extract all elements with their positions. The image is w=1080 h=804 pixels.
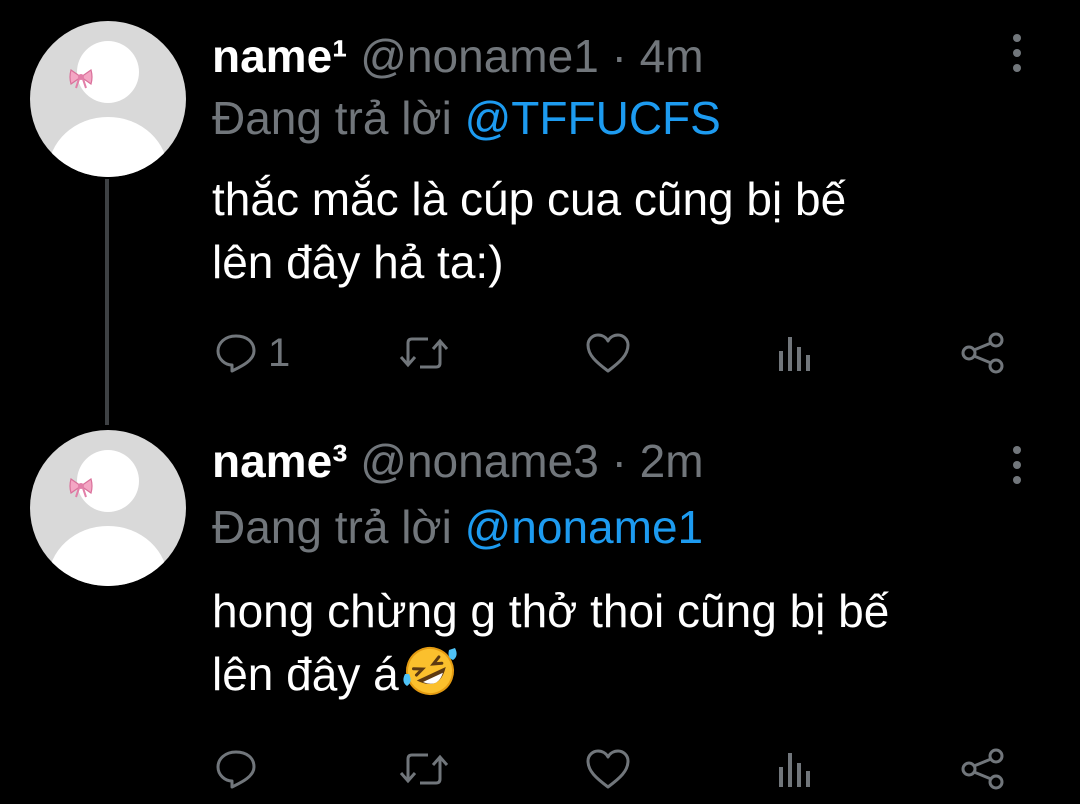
avatar[interactable] [30, 21, 186, 177]
like-icon [586, 333, 630, 373]
action-bar: 1 [0, 322, 1080, 382]
reply-icon [216, 334, 256, 373]
bow-icon [69, 478, 93, 498]
share-icon [961, 332, 1004, 374]
replying-to-label: Đang trả lời [212, 92, 452, 144]
reply-icon [216, 750, 256, 789]
reply-button[interactable]: 1 [214, 330, 290, 376]
views-icon [779, 753, 810, 787]
share-button[interactable] [960, 330, 1006, 376]
user-handle[interactable]: @noname1 [360, 30, 599, 82]
separator-dot: · [611, 30, 627, 82]
retweet-button[interactable] [398, 746, 450, 792]
mention-link[interactable]: @TFFUCFS [465, 92, 721, 144]
views-button[interactable] [776, 746, 816, 792]
action-bar [0, 738, 1080, 798]
tweet-text-line: lên đây á [212, 648, 399, 700]
like-button[interactable] [584, 330, 632, 376]
more-vertical-icon[interactable] [1006, 443, 1028, 487]
user-handle[interactable]: @noname3 [360, 435, 599, 487]
views-button[interactable] [776, 330, 816, 376]
avatar[interactable] [30, 430, 186, 586]
reply-count: 1 [268, 330, 291, 375]
tweet[interactable]: name¹ @noname1 · 4m Đang trả lời @TFFUCF… [0, 0, 1080, 408]
like-icon [586, 749, 630, 789]
tweet-text: hong chừng g thở thoi cũng bị bế lên đây… [212, 580, 1032, 706]
timestamp[interactable]: 4m [640, 30, 704, 82]
display-name[interactable]: name³ [212, 435, 347, 487]
share-button[interactable] [960, 746, 1006, 792]
avatar-body [48, 526, 168, 586]
replying-to-label: Đang trả lời [212, 501, 452, 553]
display-name[interactable]: name¹ [212, 30, 347, 82]
tweet[interactable]: name³ @noname3 · 2m Đang trả lời @noname… [0, 408, 1080, 804]
avatar-body [48, 117, 168, 177]
tweet-text-line-with-emoji: lên đây á [212, 643, 1032, 706]
tweet-text-line: thắc mắc là cúp cua cũng bị bế [212, 173, 847, 225]
reply-button[interactable] [214, 746, 268, 792]
views-icon [779, 337, 810, 371]
replying-to: Đang trả lời @TFFUCFS [212, 88, 721, 148]
retweet-button[interactable] [398, 330, 450, 376]
separator-dot: · [611, 435, 627, 487]
like-button[interactable] [584, 746, 632, 792]
rolling-on-floor-laughing-icon [403, 647, 457, 695]
tweet-header: name¹ @noname1 · 4m [212, 25, 704, 87]
share-icon [961, 748, 1004, 790]
replying-to: Đang trả lời @noname1 [212, 497, 703, 557]
tweet-text-line: hong chừng g thở thoi cũng bị bế [212, 585, 890, 637]
timestamp[interactable]: 2m [640, 435, 704, 487]
more-vertical-icon[interactable] [1006, 31, 1028, 75]
mention-link[interactable]: @noname1 [465, 501, 704, 553]
retweet-icon [399, 337, 449, 369]
tweet-text: thắc mắc là cúp cua cũng bị bế lên đây h… [212, 168, 1032, 294]
tweet-header: name³ @noname3 · 2m [212, 430, 704, 492]
bow-icon [69, 69, 93, 89]
retweet-icon [399, 753, 449, 785]
tweet-text-line: lên đây hả ta:) [212, 236, 504, 288]
